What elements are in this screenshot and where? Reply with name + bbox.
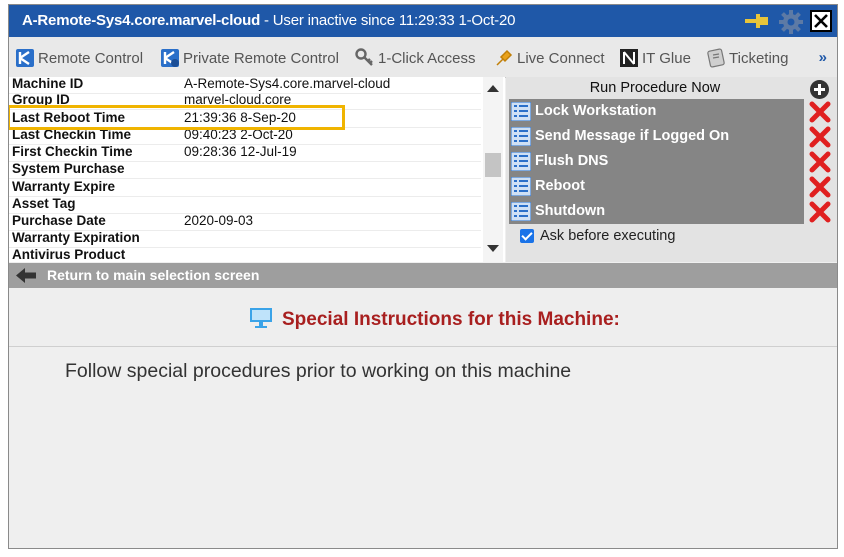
- window-title: A-Remote-Sys4.core.marvel-cloud - User i…: [22, 12, 515, 29]
- ask-before-executing-toggle[interactable]: Ask before executing: [520, 228, 675, 244]
- procedure-list-icon: [511, 102, 531, 121]
- special-instructions-text: Follow special procedures prior to worki…: [65, 360, 572, 382]
- procedure-label: Reboot: [535, 178, 585, 194]
- user-status: - User inactive since 11:29:33 1-Oct-20: [260, 12, 516, 29]
- remote-control-label: Remote Control: [38, 49, 144, 67]
- return-label: Return to main selection screen: [47, 267, 260, 283]
- run-procedure-header: Run Procedure Now: [589, 80, 721, 96]
- close-icon[interactable]: [810, 10, 832, 32]
- remote-control-icon: [16, 49, 34, 67]
- procedure-label: Flush DNS: [535, 153, 609, 169]
- scroll-thumb[interactable]: [485, 153, 501, 177]
- gear-icon[interactable]: [779, 10, 803, 34]
- procedure-flush-dns[interactable]: Flush DNS: [509, 149, 804, 174]
- delete-procedure-icon[interactable]: [809, 101, 831, 123]
- procedure-label: Shutdown: [535, 203, 606, 219]
- title-bar: A-Remote-Sys4.core.marvel-cloud - User i…: [9, 5, 837, 37]
- machine-window: A-Remote-Sys4.core.marvel-cloud - User i…: [8, 4, 838, 549]
- ticketing-icon: [707, 48, 725, 68]
- procedure-list-icon: [511, 202, 531, 221]
- live-connect-label: Live Connect: [517, 49, 605, 67]
- it-glue-label: IT Glue: [642, 49, 691, 67]
- private-remote-control-label: Private Remote Control: [183, 49, 339, 67]
- info-label: System Purchase: [12, 161, 125, 176]
- info-value: 09:28:36 12-Jul-19: [184, 144, 297, 159]
- live-connect-icon: [496, 49, 513, 66]
- key-icon: [355, 48, 373, 66]
- machine-info-pane: Machine ID A-Remote-Sys4.core.marvel-clo…: [9, 77, 505, 262]
- procedure-label: Lock Workstation: [535, 103, 657, 119]
- procedure-shutdown[interactable]: Shutdown: [509, 199, 804, 224]
- monitor-icon: [250, 308, 272, 328]
- special-instructions-header: Special Instructions for this Machine:: [9, 289, 837, 347]
- ask-before-executing-label: Ask before executing: [540, 228, 676, 244]
- delete-procedure-icon[interactable]: [809, 176, 831, 198]
- procedure-list-icon: [511, 127, 531, 146]
- scroll-up-arrow-icon[interactable]: [487, 85, 499, 92]
- toolbar: Remote Control Private Remote Control 1-…: [9, 37, 837, 78]
- info-label: Warranty Expire: [12, 179, 116, 194]
- machine-name: A-Remote-Sys4.core.marvel-cloud: [22, 12, 261, 29]
- info-label: Machine ID: [12, 77, 84, 91]
- toolbar-more-button[interactable]: »: [819, 49, 827, 66]
- procedure-list-icon: [511, 177, 531, 196]
- procedure-reboot[interactable]: Reboot: [509, 174, 804, 199]
- info-value: A-Remote-Sys4.core.marvel-cloud: [184, 77, 391, 91]
- private-remote-control-button[interactable]: Private Remote Control: [160, 48, 339, 68]
- info-scrollbar[interactable]: [483, 77, 503, 262]
- one-click-access-button[interactable]: 1-Click Access: [355, 48, 476, 68]
- special-instructions-title: Special Instructions for this Machine:: [282, 309, 620, 330]
- delete-procedure-icon[interactable]: [809, 151, 831, 173]
- live-connect-button[interactable]: Live Connect: [494, 48, 605, 68]
- remote-control-button[interactable]: Remote Control: [15, 48, 143, 68]
- ticketing-button[interactable]: Ticketing: [706, 48, 788, 68]
- info-label: Asset Tag: [12, 196, 76, 211]
- delete-procedure-icon[interactable]: [809, 201, 831, 223]
- info-value: 2020-09-03: [184, 213, 254, 228]
- info-label: Purchase Date: [12, 213, 106, 228]
- return-to-main-button[interactable]: Return to main selection screen: [9, 263, 837, 288]
- scroll-down-arrow-icon[interactable]: [487, 245, 499, 252]
- info-label: Antivirus Product: [12, 247, 126, 262]
- procedure-label: Send Message if Logged On: [535, 128, 730, 144]
- private-remote-control-icon: [161, 49, 179, 67]
- info-label: First Checkin Time: [12, 144, 133, 159]
- info-label: Warranty Expiration: [12, 230, 140, 245]
- ticketing-label: Ticketing: [729, 49, 789, 67]
- procedure-list-icon: [511, 152, 531, 171]
- one-click-access-label: 1-Click Access: [378, 49, 476, 67]
- back-arrow-icon: [16, 268, 36, 283]
- pin-icon[interactable]: [743, 10, 771, 32]
- last-reboot-highlight-box: [9, 105, 345, 130]
- run-procedure-pane: Run Procedure Now Lock Workstation Send …: [506, 77, 837, 262]
- it-glue-button[interactable]: IT Glue: [619, 48, 691, 68]
- delete-procedure-icon[interactable]: [809, 126, 831, 148]
- procedure-send-message[interactable]: Send Message if Logged On: [509, 124, 804, 149]
- add-procedure-icon[interactable]: [810, 80, 829, 99]
- procedure-lock-workstation[interactable]: Lock Workstation: [509, 99, 804, 124]
- ask-before-executing-checkbox[interactable]: [520, 229, 534, 243]
- it-glue-icon: [620, 49, 638, 67]
